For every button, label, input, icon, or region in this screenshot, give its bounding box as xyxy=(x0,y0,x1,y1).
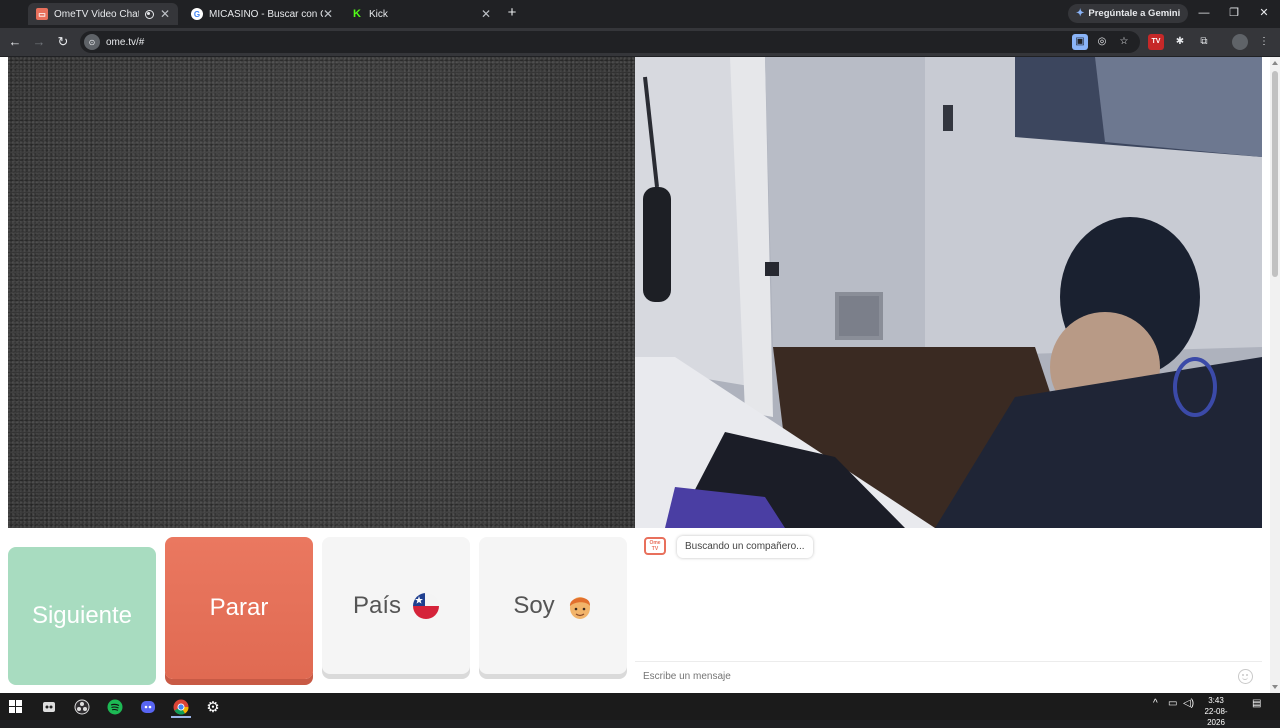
scroll-up-icon[interactable] xyxy=(1272,61,1278,65)
extension-tv-icon[interactable]: TV xyxy=(1148,34,1164,50)
spotify-app-icon[interactable] xyxy=(102,695,128,718)
discord-app-icon[interactable] xyxy=(135,695,161,718)
extensions-puzzle-icon[interactable]: ⧉ xyxy=(1196,34,1212,50)
status-message: Buscando un compañero... xyxy=(677,536,813,558)
chat-panel: Ome TV Buscando un compañero... xyxy=(635,528,1262,688)
gender-button-label: Soy xyxy=(513,591,555,619)
bookmark-star-icon[interactable]: ☆ xyxy=(1116,34,1132,50)
google-favicon-icon: G xyxy=(191,8,203,20)
settings-gear-icon[interactable]: ⚙ xyxy=(200,695,226,718)
next-button-label: Siguiente xyxy=(31,602,133,629)
stop-button-label: Parar xyxy=(209,594,269,621)
next-button[interactable]: Siguiente xyxy=(8,547,156,685)
emoji-picker-icon[interactable] xyxy=(1238,669,1253,684)
country-button-label: País xyxy=(352,591,402,619)
camera-scene xyxy=(635,57,1262,528)
tab-title: OmeTV Video Chat — Ome xyxy=(54,8,139,20)
game-app-icon[interactable] xyxy=(36,695,62,718)
volume-icon[interactable]: ◁) xyxy=(1183,698,1194,709)
address-bar[interactable]: ⊙ ome.tv/# xyxy=(80,31,1140,53)
eye-off-icon[interactable]: ◎ xyxy=(1094,34,1110,50)
back-button[interactable]: ← xyxy=(6,33,24,51)
page-scrollbar[interactable] xyxy=(1270,57,1280,693)
notifications-icon[interactable]: ▤ xyxy=(1252,698,1261,709)
cast-icon[interactable]: ▣ xyxy=(1072,34,1088,50)
self-camera-video xyxy=(635,57,1262,528)
windows-start-icon[interactable] xyxy=(2,695,28,718)
tab-kick[interactable]: K Kick ✕ xyxy=(343,3,499,25)
scrollbar-thumb[interactable] xyxy=(1272,71,1278,277)
forward-button[interactable]: → xyxy=(30,33,48,51)
browser-tab-strip: ▭ OmeTV Video Chat — Ome ✕ G MICASINO - … xyxy=(0,0,1280,28)
chile-flag-icon xyxy=(413,592,440,619)
clock-date: 22-08-2026 xyxy=(1204,707,1228,727)
tab-ometv[interactable]: ▭ OmeTV Video Chat — Ome ✕ xyxy=(28,3,178,25)
minimize-button[interactable]: — xyxy=(1188,4,1220,22)
close-window-button[interactable]: ✕ xyxy=(1248,4,1280,22)
new-tab-button[interactable]: + xyxy=(504,4,520,22)
profile-avatar-icon[interactable] xyxy=(1232,34,1248,50)
tray-chevron-up-icon[interactable]: ^ xyxy=(1153,698,1158,709)
menu-dots-icon[interactable]: ⋮ xyxy=(1256,34,1272,50)
restore-button[interactable]: ❐ xyxy=(1218,4,1250,22)
network-icon[interactable]: ▭ xyxy=(1168,698,1177,709)
system-clock[interactable]: 3:43 22-08-2026 xyxy=(1198,695,1234,728)
boy-emoji-icon xyxy=(567,592,593,620)
extension-tool-icon[interactable]: ✱ xyxy=(1172,34,1188,50)
windows-taskbar: ⚙ ^ ▭ ◁) 3:43 22-08-2026 ▤ xyxy=(0,693,1280,727)
message-input[interactable] xyxy=(643,668,1223,684)
gemini-button[interactable]: ✦ Pregúntale a Gemini xyxy=(1068,4,1189,23)
url-text: ome.tv/# xyxy=(106,36,145,48)
close-tab-icon[interactable]: ✕ xyxy=(323,7,333,21)
partner-video-static xyxy=(8,57,635,528)
tab-title: MICASINO - Buscar con Google xyxy=(209,8,323,20)
close-tab-icon[interactable]: ✕ xyxy=(160,7,170,21)
gemini-label: Pregúntale a Gemini xyxy=(1088,8,1181,19)
country-selector-button[interactable]: País xyxy=(322,537,470,674)
reload-button[interactable]: ↻ xyxy=(54,33,72,51)
ometv-logo-icon: Ome TV xyxy=(644,537,666,555)
chat-input-bar xyxy=(635,661,1262,689)
ometv-page: Siguiente Parar País Soy Ome TV Buscando… xyxy=(0,57,1270,693)
browser-toolbar: ← → ↻ ⊙ ome.tv/# ▣ ◎ ☆ TV ✱ ⧉ ⋮ xyxy=(0,28,1280,56)
close-tab-icon[interactable]: ✕ xyxy=(481,7,491,21)
stop-button[interactable]: Parar xyxy=(165,537,313,679)
gender-selector-button[interactable]: Soy xyxy=(479,537,627,674)
tab-title: Kick xyxy=(369,8,388,20)
clock-time: 3:43 xyxy=(1208,696,1224,705)
obs-app-icon[interactable] xyxy=(69,695,95,718)
ometv-favicon-icon: ▭ xyxy=(36,8,48,20)
recording-icon xyxy=(144,9,154,19)
logo-text-bottom: TV xyxy=(651,546,659,552)
gemini-sparkle-icon: ✦ xyxy=(1076,8,1085,19)
site-info-icon[interactable]: ⊙ xyxy=(84,34,100,50)
chrome-app-icon[interactable] xyxy=(168,695,194,718)
scroll-down-icon[interactable] xyxy=(1272,685,1278,689)
kick-favicon-icon: K xyxy=(351,8,363,20)
tab-google[interactable]: G MICASINO - Buscar con Google ✕ xyxy=(183,3,341,25)
